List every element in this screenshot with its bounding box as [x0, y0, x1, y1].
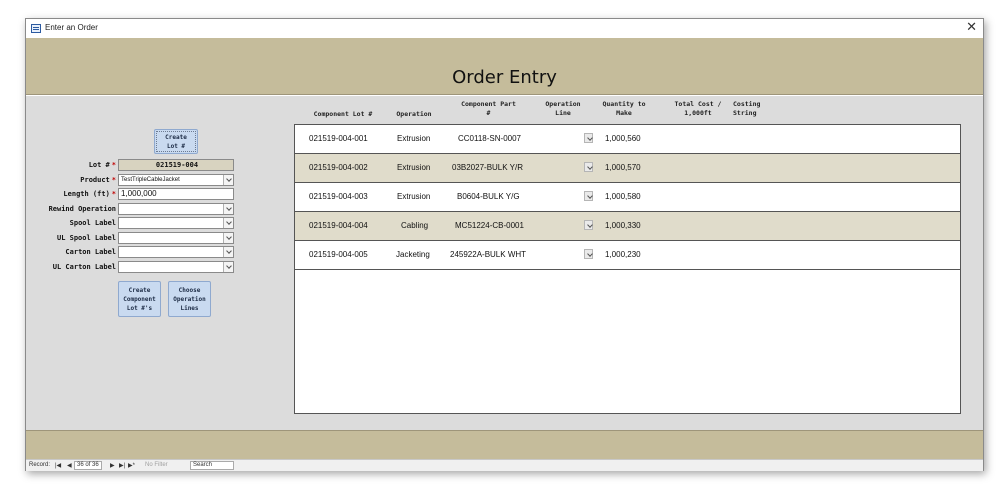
chevron-down-icon[interactable]	[223, 175, 233, 185]
chevron-down-icon[interactable]	[584, 249, 593, 259]
cell-component-part[interactable]: MC51224-CB-0001	[455, 221, 524, 230]
length-input[interactable]: 1,000,000	[118, 188, 234, 200]
cell-operation[interactable]: Jacketing	[396, 250, 430, 259]
length-label-text: Length (ft)	[63, 190, 110, 198]
chevron-down-icon[interactable]	[584, 191, 593, 201]
cell-operation[interactable]: Extrusion	[397, 192, 430, 201]
cell-quantity[interactable]: 1,000,570	[605, 163, 641, 172]
cell-component-lot[interactable]: 021519-004-005	[309, 250, 368, 259]
chevron-down-icon[interactable]	[223, 233, 233, 243]
column-header-operation-line: Operation Line	[545, 100, 581, 117]
cell-component-lot[interactable]: 021519-004-003	[309, 192, 368, 201]
column-header-costing-string: Costing String	[733, 100, 761, 117]
cell-component-lot[interactable]: 021519-004-002	[309, 163, 368, 172]
carton-label-select[interactable]	[118, 246, 234, 258]
cell-component-lot[interactable]: 021519-004-004	[309, 221, 368, 230]
chevron-down-icon[interactable]	[223, 262, 233, 272]
form-header: Order Entry	[26, 38, 983, 95]
enter-order-window: Enter an Order ✕ Order Entry Create Lot …	[25, 18, 984, 471]
search-input[interactable]: Search	[190, 461, 234, 470]
previous-record-button[interactable]: ◀	[67, 462, 72, 469]
record-navigation-bar: Record: |◀ ◀ 36 of 36 ▶ ▶| ▶* No Filter …	[26, 459, 983, 471]
cell-quantity[interactable]: 1,000,580	[605, 192, 641, 201]
create-component-lots-button[interactable]: Create Component Lot #'s	[118, 281, 161, 317]
close-icon[interactable]: ✕	[966, 20, 977, 35]
cell-component-part[interactable]: B0604-BULK Y/G	[457, 192, 520, 201]
new-record-button[interactable]: ▶*	[128, 462, 135, 469]
window-title: Enter an Order	[45, 23, 98, 32]
cell-component-part[interactable]: 03B2027-BULK Y/R	[452, 163, 523, 172]
form-icon	[31, 24, 41, 33]
cell-component-part[interactable]: 245922A-BULK WHT	[450, 250, 526, 259]
carton-label-label: Carton Label	[65, 248, 116, 256]
create-lot-button[interactable]: Create Lot #	[154, 129, 198, 154]
form-detail: Create Lot # Lot # * 021519-004 Product * …	[26, 96, 983, 430]
record-label: Record:	[29, 462, 51, 468]
cell-operation[interactable]: Cabling	[401, 221, 428, 230]
form-footer	[26, 430, 983, 459]
choose-operation-lines-label: Choose Operation Lines	[173, 286, 206, 312]
no-filter-indicator[interactable]: No Filter	[145, 462, 168, 468]
lot-label-text: Lot #	[88, 161, 110, 169]
first-record-button[interactable]: |◀	[55, 462, 61, 469]
product-select[interactable]: TestTripleCableJacket	[118, 174, 234, 186]
length-label: Length (ft) *	[26, 190, 116, 198]
component-grid: 021519-004-001 Extrusion CC0118-SN-0007 …	[294, 124, 961, 414]
chevron-down-icon[interactable]	[584, 220, 593, 230]
table-row[interactable]: 021519-004-001 Extrusion CC0118-SN-0007 …	[295, 125, 960, 154]
cell-quantity[interactable]: 1,000,330	[605, 221, 641, 230]
column-header-component-lot: Component Lot #	[313, 110, 373, 118]
required-mark: *	[111, 190, 116, 198]
cell-component-lot[interactable]: 021519-004-001	[309, 134, 368, 143]
chevron-down-icon[interactable]	[584, 133, 593, 143]
cell-operation[interactable]: Extrusion	[397, 134, 430, 143]
ul-spool-label-select[interactable]	[118, 232, 234, 244]
table-row[interactable]: 021519-004-002 Extrusion 03B2027-BULK Y/…	[295, 154, 960, 183]
chevron-down-icon[interactable]	[223, 218, 233, 228]
next-record-button[interactable]: ▶	[110, 462, 115, 469]
rewind-operation-select[interactable]	[118, 203, 234, 215]
page-title: Order Entry	[452, 67, 557, 88]
column-header-total-cost: Total Cost / 1,000ft	[674, 100, 722, 117]
cell-quantity[interactable]: 1,000,560	[605, 134, 641, 143]
chevron-down-icon[interactable]	[223, 247, 233, 257]
cell-component-part[interactable]: CC0118-SN-0007	[458, 134, 521, 143]
column-header-operation: Operation	[396, 110, 432, 118]
ul-carton-label-label: UL Carton Label	[52, 263, 116, 271]
product-label-text: Product	[80, 176, 110, 184]
last-record-button[interactable]: ▶|	[119, 462, 125, 469]
column-header-quantity: Quantity to Make	[602, 100, 646, 117]
cell-operation[interactable]: Extrusion	[397, 163, 430, 172]
lot-label: Lot # *	[26, 161, 116, 169]
choose-operation-lines-button[interactable]: Choose Operation Lines	[168, 281, 211, 317]
create-component-lots-label: Create Component Lot #'s	[123, 286, 156, 312]
spool-label-label: Spool Label	[69, 219, 116, 227]
required-mark: *	[111, 161, 116, 169]
column-header-component-part: Component Part #	[461, 100, 516, 117]
record-position-input[interactable]: 36 of 36	[74, 461, 102, 470]
ul-spool-label-label: UL Spool Label	[56, 234, 116, 242]
table-row[interactable]: 021519-004-003 Extrusion B0604-BULK Y/G …	[295, 183, 960, 212]
chevron-down-icon[interactable]	[223, 204, 233, 214]
create-lot-button-label: Create Lot #	[165, 133, 187, 150]
title-bar: Enter an Order ✕	[26, 19, 983, 38]
chevron-down-icon[interactable]	[584, 162, 593, 172]
required-mark: *	[111, 176, 116, 184]
product-label: Product *	[26, 176, 116, 184]
ul-carton-label-select[interactable]	[118, 261, 234, 273]
lot-field[interactable]: 021519-004	[118, 159, 234, 171]
table-row[interactable]: 021519-004-005 Jacketing 245922A-BULK WH…	[295, 241, 960, 270]
rewind-operation-label: Rewind Operation	[48, 205, 116, 213]
table-row[interactable]: 021519-004-004 Cabling MC51224-CB-0001 1…	[295, 212, 960, 241]
spool-label-select[interactable]	[118, 217, 234, 229]
cell-quantity[interactable]: 1,000,230	[605, 250, 641, 259]
product-value: TestTripleCableJacket	[121, 177, 180, 183]
